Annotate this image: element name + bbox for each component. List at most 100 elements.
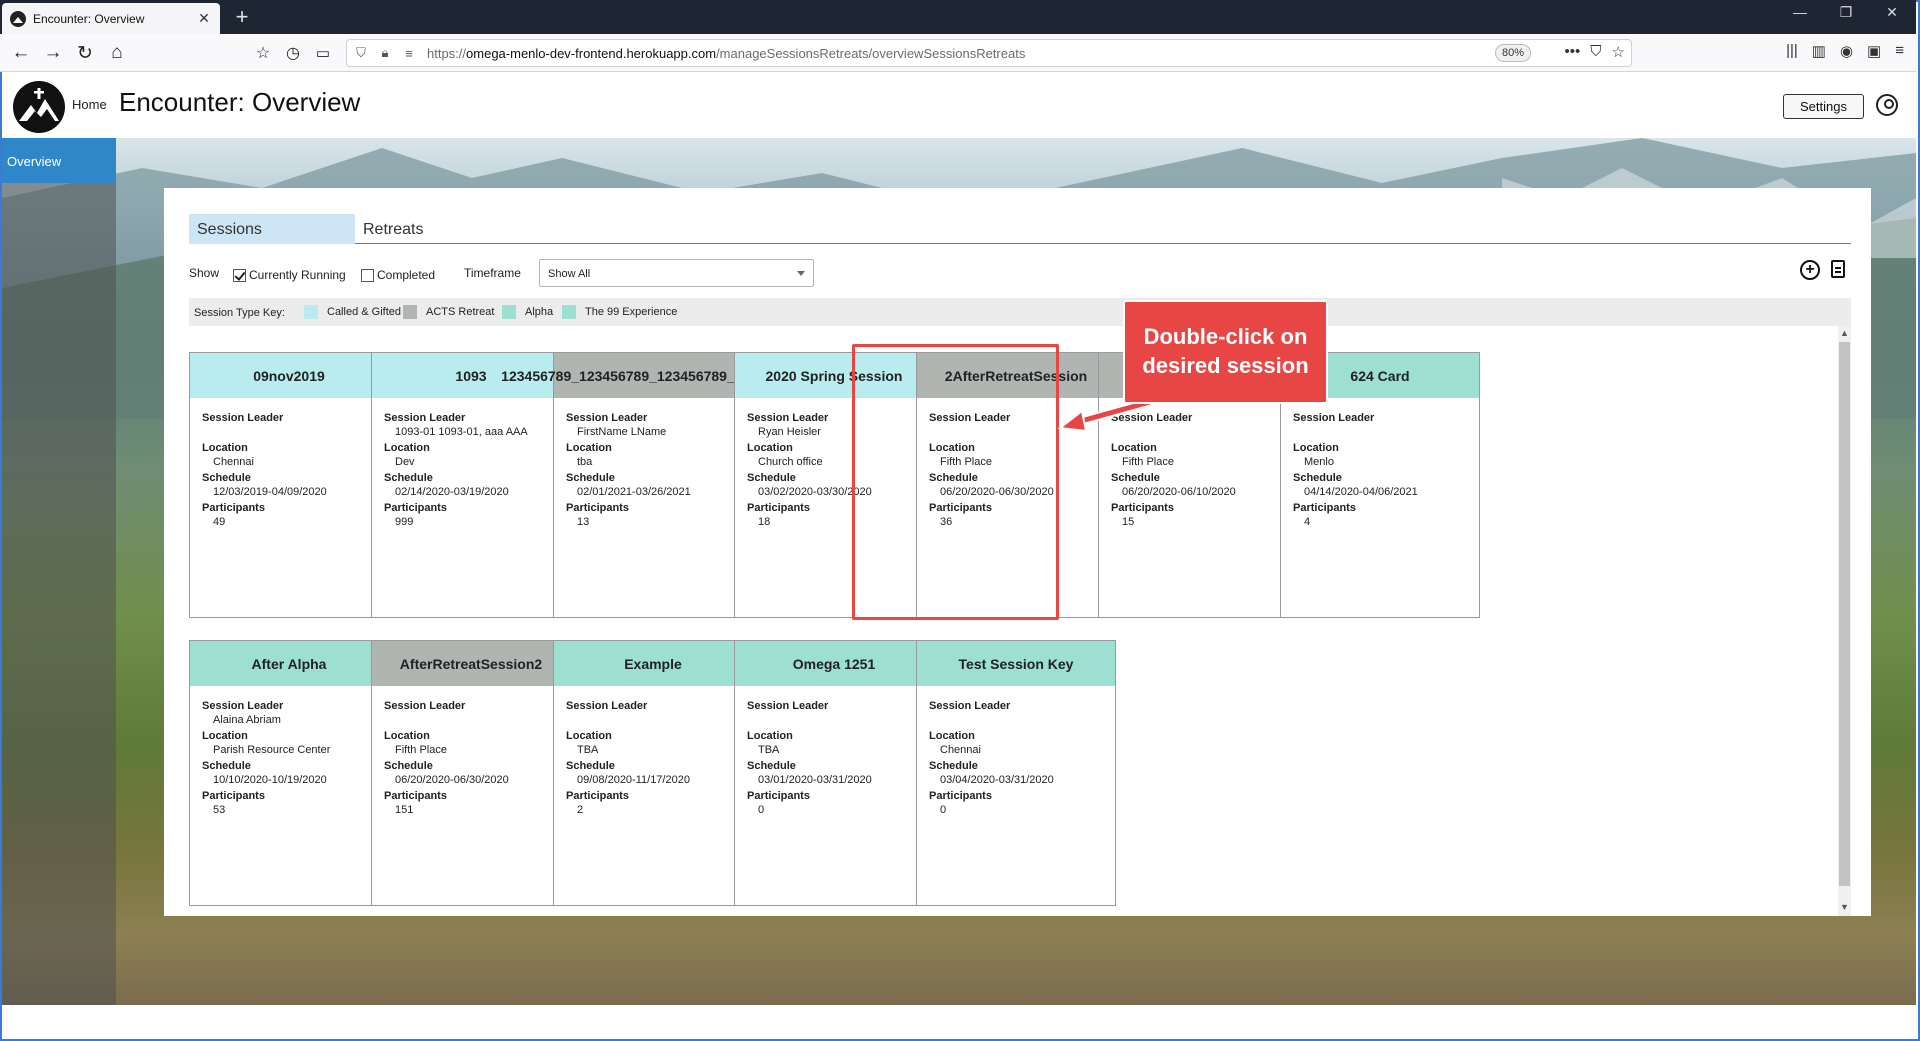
bookmark-star-icon[interactable]: ☆: [250, 40, 276, 66]
completed-checkbox[interactable]: Completed: [361, 268, 435, 282]
chevron-down-icon: [797, 271, 805, 276]
checkbox-icon[interactable]: [233, 268, 246, 282]
swatch-icon: [502, 305, 516, 319]
add-session-icon[interactable]: +: [1800, 260, 1820, 280]
session-schedule-label: Schedule: [566, 472, 615, 484]
session-card-body: Session Leader Location Chennai Schedule 12/…: [190, 398, 388, 532]
sidebar-item-overview[interactable]: Overview: [2, 138, 116, 183]
currently-running-checkbox[interactable]: Currently Running: [233, 268, 346, 282]
zoom-badge[interactable]: 80%: [1494, 44, 1531, 62]
session-card[interactable]: Test Session Key Session Leader Location Ch…: [916, 640, 1116, 906]
shield-icon[interactable]: ⛉: [351, 45, 371, 61]
timeframe-value: Show All: [548, 268, 591, 280]
forward-icon[interactable]: →: [40, 40, 66, 66]
session-schedule-value: 12/03/2019-04/09/2020: [213, 486, 327, 498]
pocket-icon[interactable]: ⛉: [1590, 43, 1601, 61]
session-card-body: Session Leader Location Menlo Schedule 04/14…: [1281, 398, 1479, 532]
session-card[interactable]: 123456789_123456789_123456789_12345678..…: [501, 352, 805, 618]
browser-tab[interactable]: Encounter: Overview ✕: [2, 3, 220, 34]
session-card[interactable]: 09nov2019 Session Leader Location Chennai Sc…: [189, 352, 389, 618]
session-card[interactable]: Omega 1251 Session Leader Location TBA Sched…: [734, 640, 934, 906]
key-item-label: Alpha: [525, 306, 554, 318]
session-schedule-value: 06/20/2020-06/10/2020: [1122, 486, 1236, 498]
scroll-up-icon[interactable]: ▲: [1840, 328, 1849, 340]
settings-button[interactable]: Settings: [1783, 94, 1864, 119]
restore-icon[interactable]: ❐: [1832, 4, 1860, 21]
session-card-title: AfterRetreatSession2: [372, 641, 570, 686]
session-card[interactable]: Example Session Leader Location TBA Schedule…: [553, 640, 753, 906]
user-account-icon[interactable]: [1876, 94, 1898, 116]
session-card-body: Session Leader 1093-01 1093-01, aaa AAA Lo…: [372, 398, 570, 532]
more-actions-icon[interactable]: •••: [1565, 43, 1581, 61]
session-leader-label: Session Leader: [384, 700, 466, 712]
session-type-key: Session Type Key: Called & Gifted ACTS R…: [189, 298, 1851, 326]
library-icon[interactable]: |||: [1786, 42, 1798, 60]
sidebar-toggle-icon[interactable]: ▥: [1812, 42, 1826, 60]
url-bar[interactable]: ⛉ 🔒︎ ≡ https://omega-menlo-dev-frontend.…: [346, 39, 1632, 67]
session-card-title: Test Session Key: [917, 641, 1115, 686]
session-card-body: Session Leader Location TBA Schedule 03/01/2…: [735, 686, 933, 820]
session-participants-label: Participants: [929, 790, 992, 802]
session-schedule-label: Schedule: [202, 472, 251, 484]
session-schedule-label: Schedule: [384, 760, 433, 772]
session-leader-label: Session Leader: [202, 700, 284, 712]
session-card[interactable]: 1093 Session Leader 1093-01 1093-01, aaa A…: [371, 352, 571, 618]
scrollbar[interactable]: ▲ ▼: [1838, 326, 1851, 916]
checkbox-icon[interactable]: [361, 268, 374, 282]
session-leader-value: [566, 714, 752, 730]
key-item-called-gifted: Called & Gifted: [304, 305, 401, 319]
url-path: /manageSessionsRetreats/overviewSessions…: [716, 45, 1026, 61]
report-icon[interactable]: [1831, 260, 1845, 278]
instruction-callout: Double-click on desired session: [1123, 300, 1328, 404]
session-key-label: Session Type Key:: [194, 307, 285, 319]
session-card[interactable]: After Alpha Session Leader Alaina Abriam Lo…: [189, 640, 389, 906]
logo-icon[interactable]: [13, 81, 65, 133]
history-icon[interactable]: ◷: [280, 40, 306, 66]
tab-title: Encounter: Overview: [33, 11, 145, 26]
folder-icon[interactable]: ▭: [310, 40, 336, 66]
session-card-title: After Alpha: [190, 641, 388, 686]
session-location-value: Parish Resource Center: [213, 744, 331, 756]
menu-icon[interactable]: ≡: [1895, 42, 1904, 60]
close-window-icon[interactable]: ✕: [1878, 4, 1906, 21]
scroll-thumb[interactable]: [1839, 342, 1850, 886]
tab-retreats[interactable]: Retreats: [355, 214, 495, 244]
show-label: Show: [189, 266, 220, 280]
browser-toolbar: ||| ▥ ◉ ▣ ≡: [1786, 42, 1904, 60]
session-schedule-value: 02/14/2020-03/19/2020: [395, 486, 509, 498]
session-location-label: Location: [566, 442, 612, 454]
home-link[interactable]: Home: [72, 97, 107, 112]
session-schedule-label: Schedule: [1111, 472, 1160, 484]
session-schedule-label: Schedule: [747, 760, 796, 772]
session-card-body: Session Leader Location Fifth Place Schedul…: [372, 686, 570, 820]
key-item-label: The 99 Experience: [585, 306, 678, 318]
permissions-icon[interactable]: ≡: [399, 46, 419, 61]
scroll-down-icon[interactable]: ▼: [1840, 902, 1849, 914]
session-participants-value: 13: [577, 516, 590, 528]
timeframe-select[interactable]: Show All: [539, 259, 814, 287]
page-title: Encounter: Overview: [119, 87, 361, 117]
url-text[interactable]: https://omega-menlo-dev-frontend.herokua…: [427, 46, 1025, 61]
session-card-title: 123456789_123456789_123456789_12345678..: [501, 353, 805, 398]
session-participants-value: 53: [213, 804, 226, 816]
lock-icon[interactable]: 🔒︎: [375, 45, 395, 61]
selected-session-highlight: [852, 344, 1059, 620]
account-icon[interactable]: ◉: [1840, 42, 1853, 60]
minimize-icon[interactable]: —: [1786, 4, 1814, 21]
swatch-icon: [304, 305, 318, 319]
close-tab-icon[interactable]: ✕: [196, 10, 212, 27]
key-item-99-experience: The 99 Experience: [562, 305, 677, 319]
star-icon[interactable]: ☆: [1612, 43, 1625, 61]
new-tab-button[interactable]: +: [230, 4, 254, 30]
reload-icon[interactable]: ↻: [72, 40, 98, 66]
session-card[interactable]: AfterRetreatSession2 Session Leader Locati…: [371, 640, 571, 906]
sidebar: Overview: [2, 138, 116, 1005]
home-icon[interactable]: ⌂: [104, 40, 130, 66]
extension-icon[interactable]: ▣: [1867, 42, 1881, 60]
main-panel: Sessions Retreats Show Currently Running…: [164, 188, 1871, 916]
tab-sessions[interactable]: Sessions: [189, 214, 355, 244]
back-icon[interactable]: ←: [8, 40, 34, 66]
session-schedule-value: 03/04/2020-03/31/2020: [940, 774, 1054, 786]
session-participants-label: Participants: [566, 502, 629, 514]
session-leader-label: Session Leader: [384, 412, 466, 424]
